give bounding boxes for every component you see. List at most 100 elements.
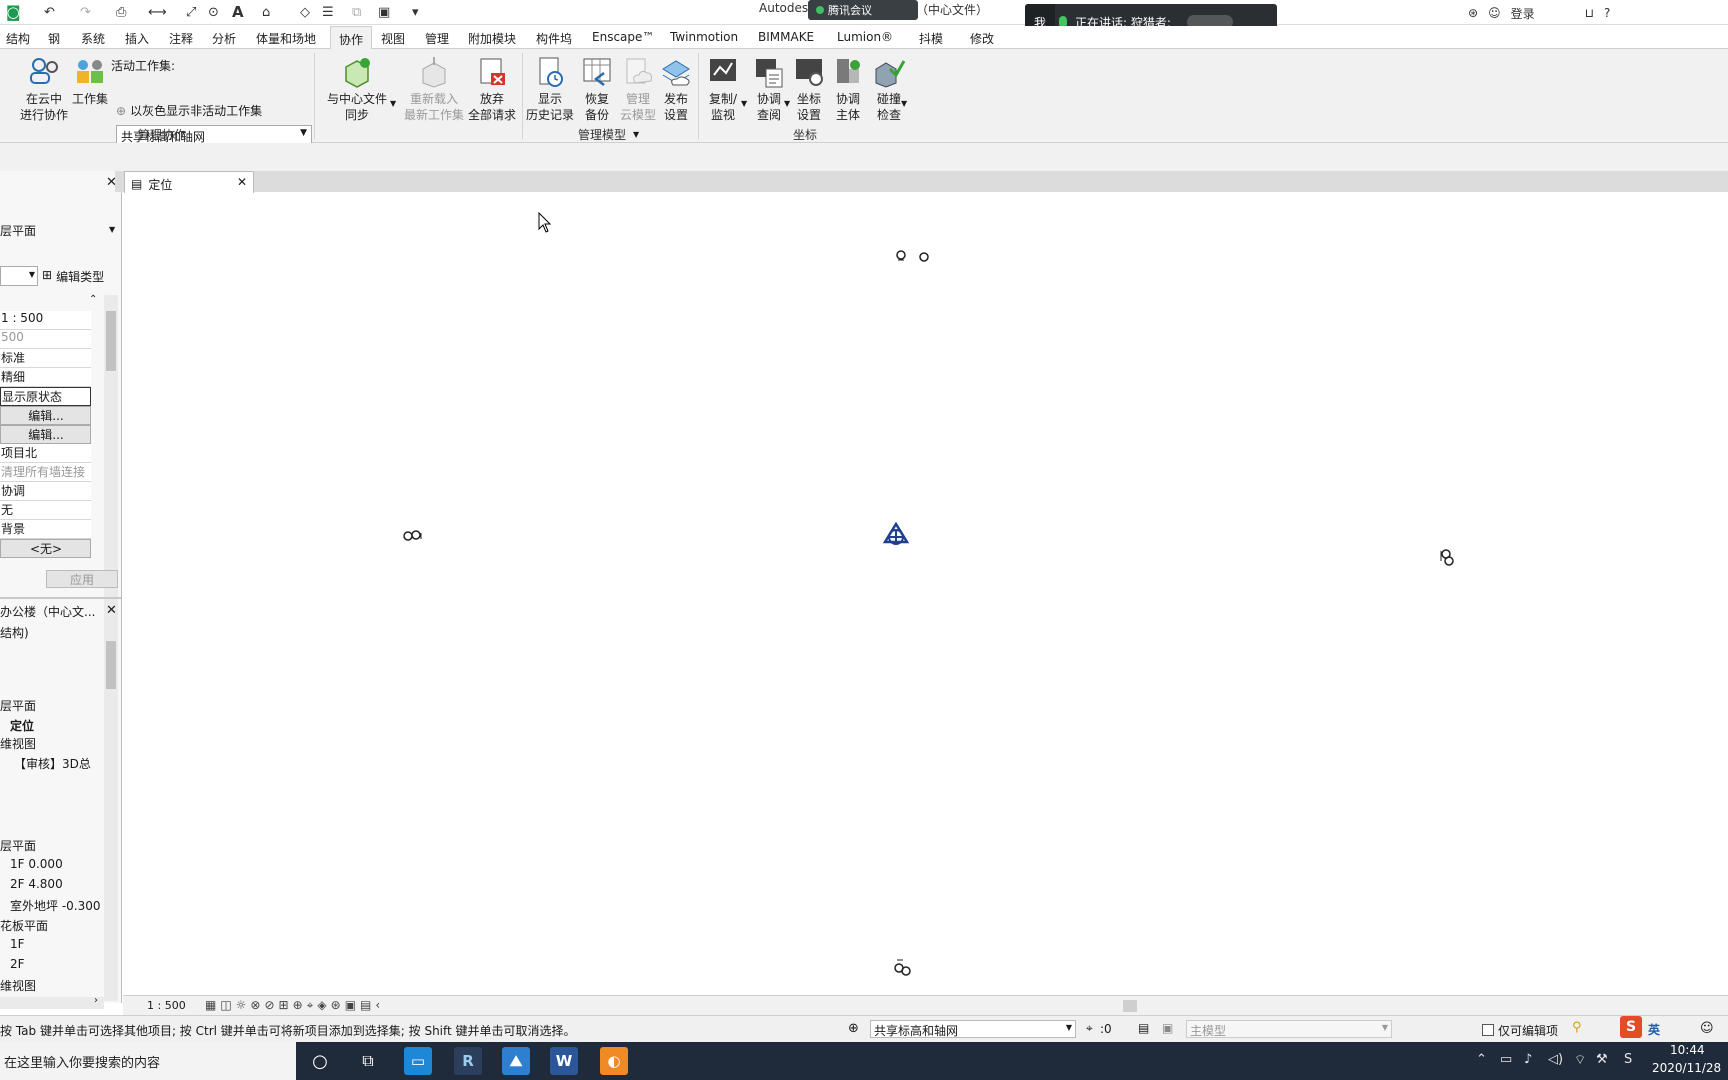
tree-node[interactable]: 维视图	[0, 735, 36, 752]
browser-scrollbar[interactable]	[104, 623, 118, 1001]
task-view-icon[interactable]: ⧉	[354, 1047, 382, 1075]
chevron-down-icon[interactable]: ▼	[741, 99, 747, 108]
customize-qat-icon[interactable]: ▾	[412, 4, 419, 20]
prop-show-hidden[interactable]: 无	[0, 501, 91, 520]
prop-detail-level[interactable]: 精细	[0, 368, 91, 387]
close-icon[interactable]: ✕	[106, 603, 117, 618]
switch-windows-icon[interactable]: ▣	[378, 4, 390, 20]
prop-phase-display[interactable]: 显示原状态	[0, 387, 91, 406]
tab-systems[interactable]: 系统	[81, 30, 105, 47]
relinquish-all-button[interactable]: 放弃 全部请求	[468, 55, 516, 123]
project-base-point[interactable]	[882, 521, 910, 545]
tab-structure[interactable]: 结构	[6, 30, 30, 47]
tree-node[interactable]: 1F	[10, 937, 25, 951]
status-workset-dropdown[interactable]: 共享标高和轴网 ▼	[870, 1020, 1076, 1038]
coord-review-button[interactable]: 协调 查阅	[752, 55, 786, 123]
tree-node[interactable]: 【审核】3D总	[14, 755, 91, 772]
chevron-down-icon[interactable]: ▼	[901, 99, 907, 108]
sogou-ime-icon[interactable]: S	[1620, 1016, 1642, 1038]
select-links-icon[interactable]: ⚲	[1572, 1020, 1582, 1035]
close-icon[interactable]: ✕	[237, 175, 247, 189]
tab-massing[interactable]: 体量和场地	[256, 30, 316, 47]
editable-only-checkbox[interactable]	[1482, 1024, 1494, 1036]
tab-lumion[interactable]: Lumion®	[837, 30, 893, 44]
clock-time[interactable]: 10:44	[1670, 1043, 1705, 1057]
3d-view-icon[interactable]: ⌂	[262, 4, 270, 20]
sogou-tray-icon[interactable]: S	[1624, 1052, 1632, 1067]
close-hidden-icon[interactable]: ⧉	[352, 4, 361, 20]
design-options-icon[interactable]: ▤	[1138, 1021, 1149, 1035]
scrollbar-thumb[interactable]	[106, 641, 116, 689]
tab-component-dock[interactable]: 构件坞	[536, 30, 572, 47]
apply-button[interactable]: 应用	[46, 570, 118, 588]
tools-icon[interactable]: ⚒	[1596, 1052, 1608, 1067]
microphone-icon[interactable]: ♪	[1524, 1052, 1532, 1067]
tab-enscape[interactable]: Enscape™	[592, 30, 654, 44]
elevation-marker-west[interactable]	[403, 530, 422, 541]
meeting-indicator[interactable]: 腾讯会议	[808, 0, 918, 20]
tab-insert[interactable]: 插入	[125, 30, 149, 47]
copy-monitor-button[interactable]: 复制/ 监视	[706, 55, 740, 123]
thin-lines-icon[interactable]: ☰	[322, 4, 334, 20]
prop-wall-join[interactable]: 清理所有墙连接	[0, 463, 91, 482]
type-selector-text[interactable]: 层平面	[0, 222, 36, 239]
view-control-icons[interactable]: ▦◫☼⊗⊘⊞⊕⌖◈⊛▣▤‹	[205, 998, 384, 1013]
clock-date[interactable]: 2020/11/28	[1652, 1061, 1721, 1075]
tree-node[interactable]: 2F 4.800	[10, 877, 63, 891]
tree-node-selected[interactable]: 定位	[10, 717, 34, 734]
scroll-handle[interactable]	[1123, 1000, 1137, 1012]
tab-addins[interactable]: 附加模块	[468, 30, 516, 47]
cloud-collab-button[interactable]: 在云中 进行协作	[20, 55, 68, 123]
revit-app-icon[interactable]: R	[454, 1047, 482, 1075]
revit-app-icon[interactable]: ◙	[6, 3, 21, 21]
design-option-dropdown[interactable]: 主模型 ▼	[1186, 1020, 1392, 1038]
login-link[interactable]: 登录	[1511, 5, 1535, 22]
section-icon[interactable]: ◇	[300, 4, 310, 20]
reload-latest-button[interactable]: 重新载入 最新工作集	[404, 55, 464, 123]
elevation-marker-south[interactable]	[894, 959, 911, 976]
sync-central-button[interactable]: 与中心文件 同步	[327, 55, 387, 123]
wifi-icon[interactable]: ⌔	[1574, 1052, 1586, 1068]
prop-edit-button-1[interactable]: 编辑...	[0, 406, 91, 425]
editable-icon[interactable]: ▣	[1162, 1021, 1173, 1035]
help-icon[interactable]: ?	[1604, 6, 1610, 20]
view-tab-location[interactable]: ▤ 定位 ✕	[124, 171, 254, 193]
chevron-right-icon[interactable]: ›	[94, 995, 98, 1006]
ime-language[interactable]: 英	[1648, 1021, 1660, 1038]
collapse-icon[interactable]: ⌃	[89, 294, 97, 305]
taskbar-search-box[interactable]: 在这里输入你要搜索的内容	[0, 1042, 296, 1080]
volume-icon[interactable]: ◁)	[1548, 1052, 1563, 1067]
binoculars-icon[interactable]: ⊛	[1468, 6, 1478, 20]
manage-model-panel-label[interactable]: 管理模型	[578, 126, 626, 143]
worksets-icon[interactable]: ⊕	[848, 1021, 859, 1036]
cart-icon[interactable]: ⊔	[1585, 6, 1594, 20]
word-app-icon[interactable]: W	[550, 1047, 578, 1075]
panel-splitter[interactable]	[0, 597, 121, 599]
prop-color-scheme-location[interactable]: 背景	[0, 520, 91, 539]
tab-collaborate[interactable]: 协作	[330, 26, 373, 50]
tencent-meeting-app-icon[interactable]: ▭	[404, 1047, 432, 1075]
browser-hscrollbar[interactable]: ›	[0, 995, 104, 1009]
collision-check-button[interactable]: 碰撞 检查	[872, 55, 906, 123]
tab-manage[interactable]: 管理	[425, 30, 449, 47]
text-icon[interactable]: A	[232, 3, 244, 21]
elevation-marker-east[interactable]	[1440, 549, 1454, 566]
publish-settings-button[interactable]: 发布 设置	[659, 55, 693, 123]
prop-discipline[interactable]: 协调	[0, 482, 91, 501]
prop-scale[interactable]: 1 : 500	[0, 311, 91, 330]
browser-app-icon[interactable]: ◐	[600, 1047, 628, 1075]
tree-node[interactable]: 层平面	[0, 697, 36, 714]
survey-point-marker[interactable]	[896, 250, 929, 262]
tree-node[interactable]: 结构)	[0, 624, 29, 641]
undo-icon[interactable]: ↶	[44, 4, 55, 20]
tab-doumo[interactable]: 抖模	[919, 30, 943, 47]
restore-backup-button[interactable]: 恢复 备份	[580, 55, 614, 123]
drawing-canvas[interactable]	[123, 193, 1728, 995]
chevron-down-icon[interactable]: ▼	[633, 130, 639, 139]
measure-icon[interactable]: ⟷	[148, 4, 167, 20]
filter-icon[interactable]: ⌖	[1086, 1021, 1093, 1036]
chevron-down-icon[interactable]: ▼	[784, 99, 790, 108]
photos-app-icon[interactable]: ⛰	[502, 1047, 530, 1075]
prop-orientation[interactable]: 项目北	[0, 444, 91, 463]
tab-twinmotion[interactable]: Twinmotion	[670, 30, 738, 44]
